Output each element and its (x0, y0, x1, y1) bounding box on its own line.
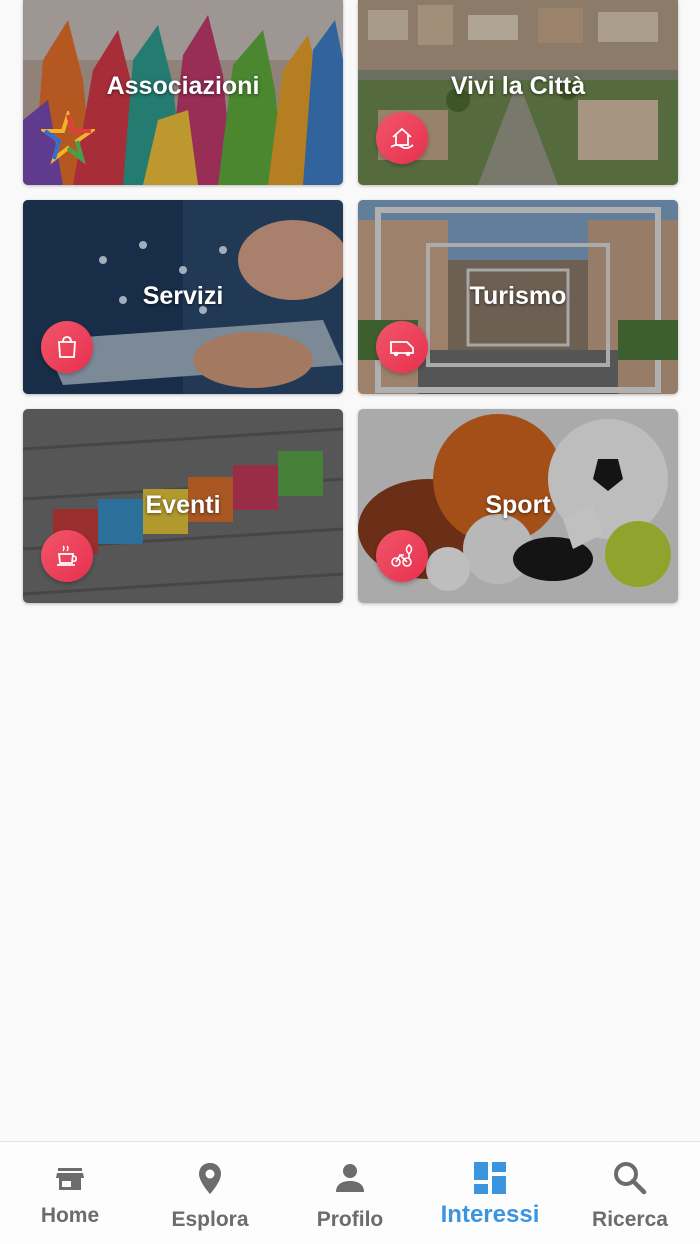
person-icon (336, 1164, 364, 1192)
tile-label: Turismo (469, 282, 567, 310)
category-grid: Associazioni Vivi la Città Servizi Turis… (23, 0, 678, 603)
tab-label-interessi: Interessi (440, 1201, 540, 1228)
tile-label: Associazioni (106, 72, 260, 100)
tile-sport[interactable]: Sport (358, 409, 678, 603)
search-icon (614, 1162, 647, 1195)
bicycle-tree-icon (376, 530, 428, 582)
tile-label: Eventi (145, 491, 221, 519)
store-icon (56, 1168, 84, 1190)
tab-home[interactable]: Home (0, 1142, 140, 1244)
tile-eventi[interactable]: Eventi (23, 409, 343, 603)
tab-interessi[interactable]: Interessi (420, 1142, 560, 1244)
tab-profilo[interactable]: Profilo (280, 1142, 420, 1244)
tile-label: Sport (485, 491, 551, 519)
tile-servizi[interactable]: Servizi (23, 200, 343, 394)
tile-label: Servizi (142, 282, 224, 310)
tab-esplora[interactable]: Esplora (140, 1142, 280, 1244)
colorful-star-logo-icon (41, 111, 95, 165)
coffee-cup-icon (41, 530, 93, 582)
bottom-tab-bar: Home Esplora Profilo Interessi Ricerca (0, 1141, 700, 1244)
tab-label-esplora: Esplora (171, 1208, 249, 1231)
dashboard-grid-icon (474, 1162, 506, 1194)
shopping-bag-icon (41, 321, 93, 373)
tab-label-profilo: Profilo (316, 1208, 384, 1231)
tab-label-ricerca: Ricerca (592, 1208, 668, 1231)
van-icon (376, 321, 428, 373)
tab-label-home: Home (40, 1204, 100, 1227)
tile-label: Vivi la Città (450, 72, 586, 100)
tile-associazioni[interactable]: Associazioni (23, 0, 343, 185)
location-pin-icon (199, 1163, 221, 1194)
tab-ricerca[interactable]: Ricerca (560, 1142, 700, 1244)
tile-turismo[interactable]: Turismo (358, 200, 678, 394)
tile-vivi-la-citta[interactable]: Vivi la Città (358, 0, 678, 185)
house-hand-icon (376, 112, 428, 164)
